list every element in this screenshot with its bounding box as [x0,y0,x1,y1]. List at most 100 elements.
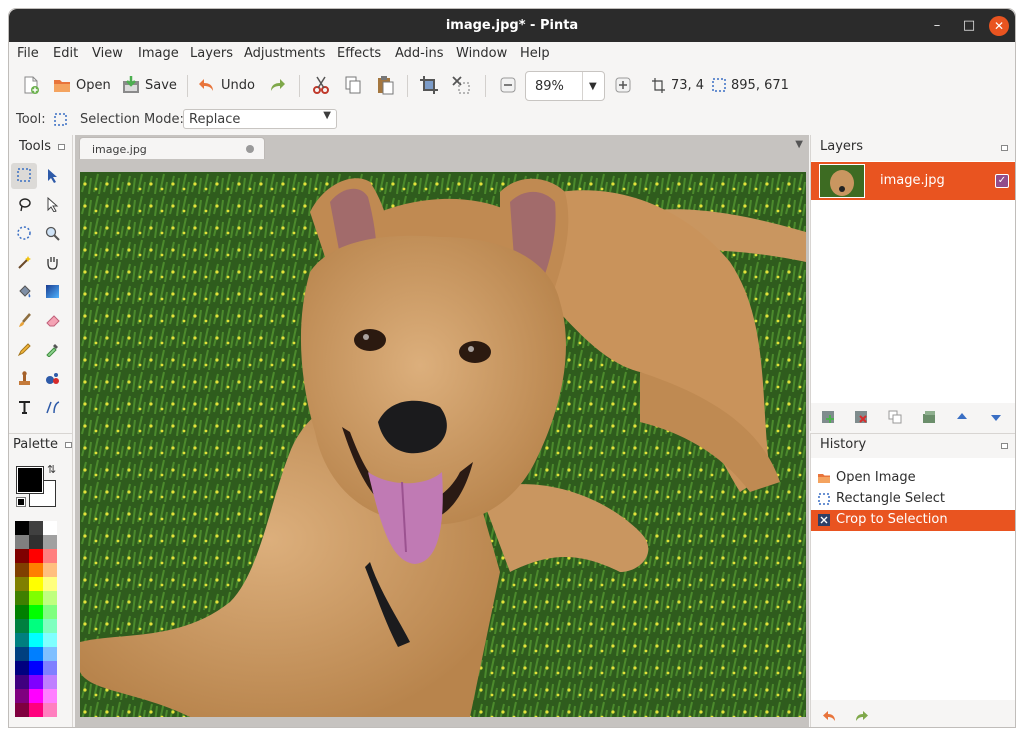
palette-swatch[interactable] [15,549,29,563]
paint-bucket-tool[interactable] [11,279,37,305]
palette-swatch[interactable] [43,563,57,577]
image-canvas[interactable] [80,172,806,717]
menu-window[interactable]: Window [456,46,507,61]
palette-swatch[interactable] [29,521,43,535]
paste-button[interactable] [375,73,395,97]
maximize-button[interactable]: □ [959,16,979,36]
close-button[interactable]: ✕ [989,16,1009,36]
deselect-button[interactable] [451,73,471,97]
primary-color-swatch[interactable] [16,466,44,494]
menu-layers[interactable]: Layers [190,46,233,61]
palette-swatch[interactable] [15,633,29,647]
palette-swatch[interactable] [29,577,43,591]
lasso-select-tool[interactable] [11,192,37,218]
menu-add-ins[interactable]: Add-ins [395,46,443,61]
palette-swatch[interactable] [29,661,43,675]
pan-tool[interactable] [39,250,65,276]
gradient-tool[interactable] [39,279,65,305]
palette-swatch[interactable] [43,605,57,619]
palette-swatch[interactable] [15,563,29,577]
palette-swatch[interactable] [15,661,29,675]
palette-swatch[interactable] [29,605,43,619]
chevron-down-icon[interactable]: ▼ [589,81,597,92]
palette-swatch[interactable] [29,647,43,661]
minimize-button[interactable]: – [927,16,947,36]
document-tab[interactable]: image.jpg [79,137,265,159]
layer-visibility-checkbox[interactable]: ✓ [995,174,1009,188]
color-picker-tool[interactable] [39,337,65,363]
zoom-tool[interactable] [39,221,65,247]
move-selected-tool[interactable] [39,163,65,189]
duplicate-layer-icon[interactable] [888,410,902,424]
new-button[interactable] [21,73,41,97]
reset-colors-icon[interactable] [16,497,26,507]
chevron-down-icon[interactable]: ▼ [795,139,803,150]
palette-swatch[interactable] [29,703,43,717]
palette-swatch[interactable] [29,689,43,703]
move-layer-down-icon[interactable] [989,410,1003,424]
menu-edit[interactable]: Edit [53,46,78,61]
rectangle-select-tool[interactable] [11,163,37,189]
panel-dock-icon[interactable] [1001,145,1008,151]
delete-layer-icon[interactable] [854,410,868,424]
history-item-selected[interactable]: Crop to Selection [811,510,1015,531]
menu-file[interactable]: File [17,46,39,61]
menu-adjustments[interactable]: Adjustments [244,46,325,61]
undo-button[interactable]: Undo [197,73,255,97]
history-item[interactable]: Open Image [811,468,1015,489]
palette-swatch[interactable] [43,689,57,703]
paintbrush-tool[interactable] [11,308,37,334]
palette-swatch[interactable] [43,619,57,633]
add-layer-icon[interactable] [821,410,835,424]
palette-swatch[interactable] [15,521,29,535]
zoom-value[interactable]: 89% [535,79,585,94]
move-layer-up-icon[interactable] [955,410,969,424]
menu-help[interactable]: Help [520,46,550,61]
palette-swatch[interactable] [15,689,29,703]
panel-dock-icon[interactable] [65,442,72,448]
palette-swatch[interactable] [15,577,29,591]
menu-effects[interactable]: Effects [337,46,381,61]
panel-dock-icon[interactable] [58,144,65,150]
crop-to-selection-button[interactable] [419,73,439,97]
cut-button[interactable] [311,73,331,97]
palette-swatch[interactable] [43,633,57,647]
line-curve-tool[interactable] [39,395,65,421]
palette-swatch[interactable] [29,591,43,605]
zoom-in-button[interactable] [613,73,633,97]
palette-swatch[interactable] [15,619,29,633]
open-button[interactable]: Open [52,73,111,97]
palette-swatch[interactable] [43,577,57,591]
magic-wand-tool[interactable] [11,250,37,276]
move-selection-tool[interactable] [39,192,65,218]
save-button[interactable]: Save [121,73,177,97]
redo-icon[interactable] [854,708,870,722]
palette-swatch[interactable] [43,647,57,661]
palette-swatch[interactable] [29,563,43,577]
palette-swatch[interactable] [43,703,57,717]
text-tool[interactable] [11,395,37,421]
palette-swatch[interactable] [43,521,57,535]
palette-swatch[interactable] [43,591,57,605]
eraser-tool[interactable] [39,308,65,334]
pencil-tool[interactable] [11,337,37,363]
tab-close-icon[interactable] [246,145,254,153]
panel-dock-icon[interactable] [1001,443,1008,449]
palette-swatch[interactable] [43,661,57,675]
palette-swatch[interactable] [43,675,57,689]
selection-mode-select[interactable]: Replace ▼ [183,109,337,129]
ellipse-select-tool[interactable] [11,221,37,247]
palette-swatch[interactable] [15,535,29,549]
palette-swatch[interactable] [15,647,29,661]
zoom-combo[interactable]: 89% ▼ [525,71,605,101]
palette-swatch[interactable] [15,675,29,689]
menu-view[interactable]: View [92,46,123,61]
palette-swatch[interactable] [29,675,43,689]
recolor-tool[interactable] [39,366,65,392]
palette-swatch[interactable] [43,535,57,549]
history-item[interactable]: Rectangle Select [811,489,1015,510]
palette-swatch[interactable] [29,549,43,563]
palette-swatch[interactable] [15,591,29,605]
palette-swatch[interactable] [29,535,43,549]
merge-layer-icon[interactable] [922,410,936,424]
